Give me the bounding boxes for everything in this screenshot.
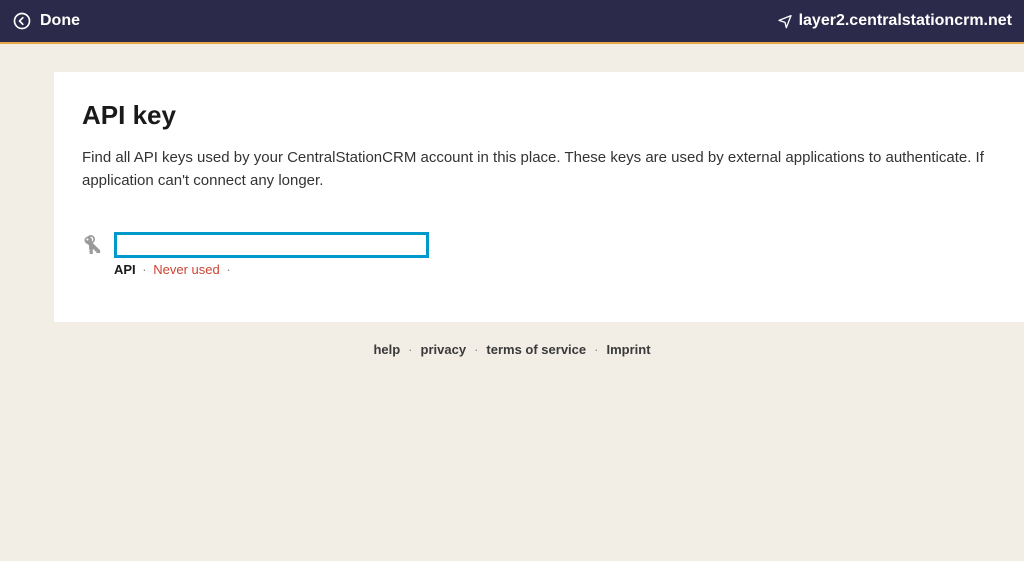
footer-separator: · — [408, 342, 412, 357]
key-icon — [82, 234, 102, 254]
api-key-details: API · Never used · — [114, 232, 429, 277]
page-title: API key — [82, 100, 996, 131]
api-key-status: Never used — [153, 262, 219, 277]
meta-separator: · — [142, 262, 146, 277]
footer-link-help[interactable]: help — [373, 342, 400, 357]
footer-link-imprint[interactable]: Imprint — [606, 342, 650, 357]
content-card: API key Find all API keys used by your C… — [54, 72, 1024, 322]
footer-separator: · — [594, 342, 598, 357]
done-button[interactable]: Done — [12, 11, 80, 31]
footer-link-privacy[interactable]: privacy — [421, 342, 467, 357]
page-description: Find all API keys used by your CentralSt… — [82, 147, 996, 192]
topbar: Done layer2.centralstationcrm.net — [0, 0, 1024, 44]
domain-indicator: layer2.centralstationcrm.net — [777, 12, 1012, 30]
done-label: Done — [40, 12, 80, 30]
back-arrow-circle-icon — [12, 11, 32, 31]
domain-text: layer2.centralstationcrm.net — [799, 12, 1012, 30]
api-key-value[interactable] — [114, 232, 429, 258]
api-key-row: API · Never used · — [82, 232, 996, 277]
meta-separator-2: · — [226, 262, 230, 277]
api-key-meta: API · Never used · — [114, 262, 429, 277]
api-key-label: API — [114, 262, 136, 277]
footer-link-terms[interactable]: terms of service — [486, 342, 586, 357]
location-arrow-icon — [777, 13, 793, 29]
footer-separator: · — [474, 342, 478, 357]
footer: help · privacy · terms of service · Impr… — [0, 342, 1024, 357]
